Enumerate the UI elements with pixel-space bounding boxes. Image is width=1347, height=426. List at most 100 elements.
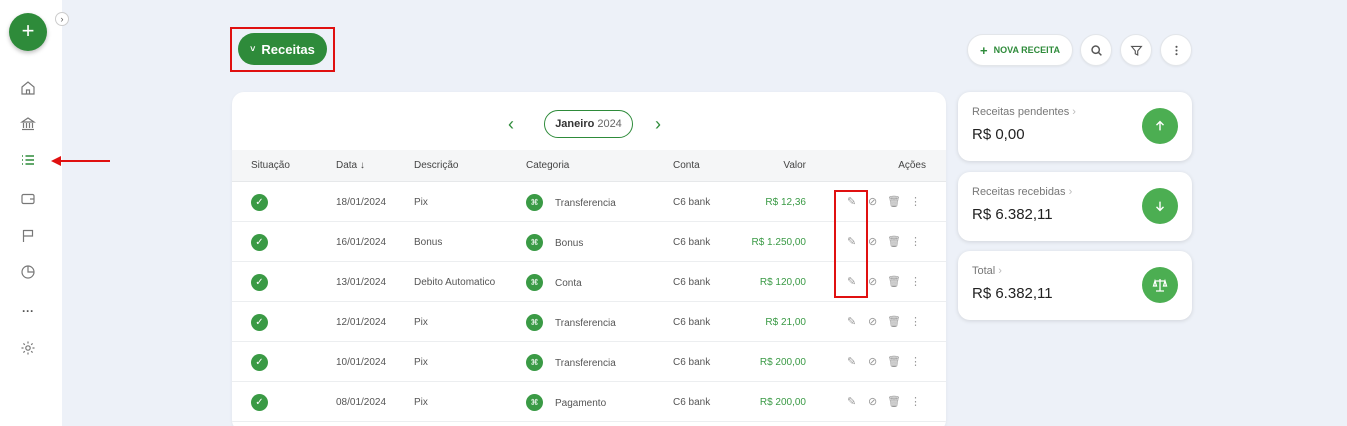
wallet-icon[interactable]	[19, 190, 37, 208]
chevron-down-icon: ˅	[250, 44, 256, 54]
col-descricao[interactable]: Descrição	[414, 160, 458, 171]
search-button[interactable]	[1080, 34, 1112, 66]
category-icon: ⌘	[526, 354, 543, 371]
table-row[interactable]: ✓ 08/01/2024 Pix ⌘ Pagamento C6 bank R$ …	[232, 382, 946, 422]
summary-recebidas-card[interactable]: Receitas recebidas › R$ 6.382,11	[958, 172, 1192, 241]
row-account: C6 bank	[673, 317, 711, 328]
sidebar: + › ···	[0, 0, 69, 426]
summary-pendentes-card[interactable]: Receitas pendentes › R$ 0,00	[958, 92, 1192, 161]
month-navigator: ‹ Janeiro 2024 ›	[232, 110, 946, 138]
row-value: R$ 12,36	[765, 197, 806, 208]
delete-icon[interactable]: 🗑	[887, 315, 901, 328]
filter-icon	[1129, 45, 1143, 56]
list-icon[interactable]	[19, 151, 37, 169]
row-category: Pagamento	[555, 398, 607, 409]
row-date: 12/01/2024	[336, 317, 387, 328]
nova-receita-button[interactable]: + NOVA RECEITA	[967, 34, 1073, 66]
edit-icon[interactable]: ✎	[847, 395, 856, 408]
annotation-box-edit	[834, 190, 868, 298]
attachment-icon[interactable]: ⊘	[868, 195, 877, 208]
status-check-icon[interactable]: ✓	[251, 274, 268, 291]
previous-month-arrow-icon[interactable]: ‹	[508, 114, 514, 135]
row-value: R$ 1.250,00	[751, 237, 807, 248]
row-more-icon[interactable]: ⋮	[910, 395, 921, 408]
summary-recebidas-label: Receitas recebidas ›	[972, 186, 1073, 198]
row-category: Conta	[555, 278, 582, 289]
category-icon: ⌘	[526, 194, 543, 211]
row-category: Transferencia	[555, 198, 616, 209]
row-more-icon[interactable]: ⋮	[910, 355, 921, 368]
collapse-sidebar-button[interactable]: ›	[55, 12, 69, 26]
row-description: Pix	[414, 357, 428, 368]
summary-total-label: Total ›	[972, 265, 1002, 277]
attachment-icon[interactable]: ⊘	[868, 315, 877, 328]
month-year: 2024	[597, 118, 622, 130]
row-account: C6 bank	[673, 237, 711, 248]
pie-chart-icon[interactable]	[19, 263, 37, 281]
status-check-icon[interactable]: ✓	[251, 234, 268, 251]
row-more-icon[interactable]: ⋮	[910, 195, 921, 208]
filter-button[interactable]	[1120, 34, 1152, 66]
add-button[interactable]: +	[9, 13, 47, 51]
delete-icon[interactable]: 🗑	[887, 395, 901, 408]
row-description: Pix	[414, 317, 428, 328]
status-check-icon[interactable]: ✓	[251, 314, 268, 331]
row-description: Bonus	[414, 237, 443, 248]
delete-icon[interactable]: 🗑	[887, 195, 901, 208]
receitas-dropdown-button[interactable]: ˅ Receitas	[238, 33, 327, 65]
attachment-icon[interactable]: ⊘	[868, 395, 877, 408]
gear-icon[interactable]	[19, 339, 37, 357]
home-icon[interactable]	[19, 79, 37, 97]
edit-icon[interactable]: ✎	[847, 315, 856, 328]
page-title: Receitas	[261, 41, 315, 57]
attachment-icon[interactable]: ⊘	[868, 275, 877, 288]
row-date: 16/01/2024	[336, 237, 387, 248]
row-date: 10/01/2024	[336, 357, 387, 368]
col-conta[interactable]: Conta	[673, 160, 700, 171]
row-more-icon[interactable]: ⋮	[910, 275, 921, 288]
row-value: R$ 200,00	[759, 397, 806, 408]
status-check-icon[interactable]: ✓	[251, 394, 268, 411]
month-selector[interactable]: Janeiro 2024	[544, 110, 633, 138]
delete-icon[interactable]: 🗑	[887, 275, 901, 288]
row-value: R$ 120,00	[759, 277, 806, 288]
row-account: C6 bank	[673, 277, 711, 288]
delete-icon[interactable]: 🗑	[887, 355, 901, 368]
bank-icon[interactable]	[19, 115, 37, 133]
category-icon: ⌘	[526, 394, 543, 411]
table-row[interactable]: ✓ 10/01/2024 Pix ⌘ Transferencia C6 bank…	[232, 342, 946, 382]
delete-icon[interactable]: 🗑	[887, 235, 901, 248]
summary-pendentes-label: Receitas pendentes ›	[972, 106, 1076, 118]
col-valor[interactable]: Valor	[783, 160, 806, 171]
attachment-icon[interactable]: ⊘	[868, 355, 877, 368]
summary-total-card[interactable]: Total › R$ 6.382,11	[958, 251, 1192, 320]
row-description: Debito Automatico	[414, 277, 496, 288]
col-categoria[interactable]: Categoria	[526, 160, 569, 171]
category-icon: ⌘	[526, 234, 543, 251]
status-check-icon[interactable]: ✓	[251, 194, 268, 211]
row-category: Transferencia	[555, 318, 616, 329]
table-row[interactable]: ✓ 12/01/2024 Pix ⌘ Transferencia C6 bank…	[232, 302, 946, 342]
balance-scale-icon	[1142, 267, 1178, 303]
table-header: Situação Data ↓ Descrição Categoria Cont…	[232, 150, 946, 182]
attachment-icon[interactable]: ⊘	[868, 235, 877, 248]
summary-total-value: R$ 6.382,11	[972, 285, 1053, 302]
row-description: Pix	[414, 397, 428, 408]
more-options-button[interactable]	[1160, 34, 1192, 66]
arrow-down-icon	[1142, 188, 1178, 224]
flag-icon[interactable]	[19, 227, 37, 245]
next-month-arrow-icon[interactable]: ›	[655, 114, 661, 135]
row-date: 18/01/2024	[336, 197, 387, 208]
edit-icon[interactable]: ✎	[847, 355, 856, 368]
row-date: 08/01/2024	[336, 397, 387, 408]
more-icon[interactable]: ···	[19, 302, 37, 320]
col-data[interactable]: Data ↓	[336, 160, 365, 171]
status-check-icon[interactable]: ✓	[251, 354, 268, 371]
row-category: Bonus	[555, 238, 584, 249]
row-more-icon[interactable]: ⋮	[910, 315, 921, 328]
nova-receita-label: NOVA RECEITA	[993, 45, 1060, 55]
row-more-icon[interactable]: ⋮	[910, 235, 921, 248]
col-situacao[interactable]: Situação	[251, 160, 290, 171]
category-icon: ⌘	[526, 274, 543, 291]
summary-recebidas-value: R$ 6.382,11	[972, 206, 1053, 223]
